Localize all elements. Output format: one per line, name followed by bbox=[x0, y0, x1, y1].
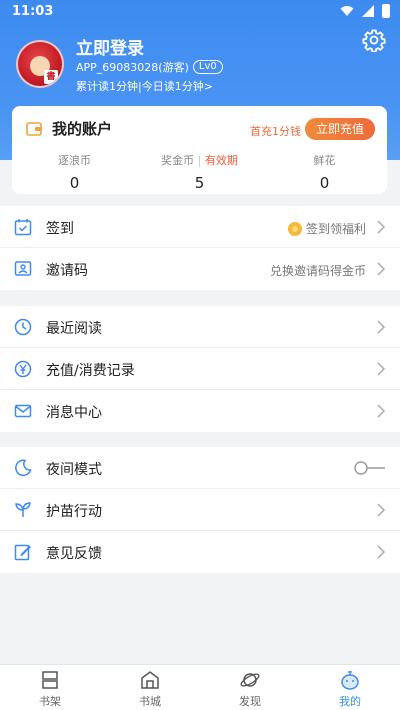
menu-label: 消息中心 bbox=[46, 405, 102, 421]
first-recharge-promo: 首充1分钱 bbox=[250, 125, 301, 138]
bookshelf-icon bbox=[42, 671, 58, 689]
nav-bookstore[interactable]: 书城 bbox=[100, 665, 200, 710]
menu-item-night-mode[interactable]: 夜间模式 bbox=[0, 447, 400, 489]
chevron-right-icon bbox=[377, 320, 386, 334]
login-title[interactable]: 立即登录 bbox=[76, 34, 144, 59]
nav-label: 发现 bbox=[239, 695, 261, 708]
menu-label: 最近阅读 bbox=[46, 321, 102, 337]
menu-item-feedback[interactable]: 意见反馈 bbox=[0, 531, 400, 573]
read-stats[interactable]: 累计读1分钟|今日读1分钟> bbox=[76, 78, 213, 94]
yen-circle-icon bbox=[14, 360, 32, 378]
recharge-button[interactable]: 立即充值 bbox=[305, 118, 375, 140]
clock-icon bbox=[14, 318, 32, 336]
status-bar: 11:03 bbox=[0, 0, 400, 24]
nav-profile[interactable]: 我的 bbox=[300, 665, 400, 710]
nav-label: 书城 bbox=[139, 695, 161, 708]
menu-label: 夜间模式 bbox=[46, 462, 102, 478]
account-title: 我的账户 bbox=[52, 120, 113, 138]
chevron-right-icon bbox=[377, 262, 386, 276]
bottom-nav: 书架 书城 发现 我的 bbox=[0, 664, 400, 710]
chevron-right-icon bbox=[377, 545, 386, 559]
validity-link[interactable]: 有效期 bbox=[205, 154, 238, 167]
stat-label: 逐浪币 bbox=[58, 154, 91, 167]
calendar-check-icon bbox=[14, 219, 32, 236]
user-info: APP_69083028(游客) Lv0 bbox=[76, 59, 223, 75]
account-stats: 逐浪币 0 奖金币 | 有效期 5 鲜花 0 bbox=[12, 152, 387, 192]
wallet-icon bbox=[26, 121, 42, 136]
stat-value: 5 bbox=[194, 174, 205, 192]
menu-group-1: 签到 签到领福利 邀请码 兑换邀请码得金币 bbox=[0, 206, 400, 290]
envelope-icon bbox=[14, 404, 32, 418]
sprout-icon bbox=[15, 502, 31, 517]
menu-item-checkin[interactable]: 签到 签到领福利 bbox=[0, 206, 400, 248]
battery-icon bbox=[382, 4, 390, 18]
stat-label: 奖金币 | 有效期 bbox=[137, 152, 262, 168]
bookstore-icon bbox=[141, 671, 159, 689]
coin-icon bbox=[287, 221, 302, 236]
account-card: 我的账户 首充1分钱 立即充值 逐浪币 0 奖金币 | 有效期 5 鲜花 0 bbox=[12, 106, 387, 194]
menu-item-messages[interactable]: 消息中心 bbox=[0, 390, 400, 432]
user-id: APP_69083028(游客) bbox=[76, 61, 189, 74]
chevron-right-icon bbox=[377, 362, 386, 376]
checkin-hint: 签到领福利 bbox=[305, 222, 366, 236]
menu-label: 意见反馈 bbox=[46, 546, 102, 562]
stat-bonus-coin[interactable]: 奖金币 | 有效期 5 bbox=[137, 152, 262, 192]
avatar-badge: 書 bbox=[44, 70, 58, 84]
profile-icon bbox=[341, 671, 359, 690]
menu-hint: 签到领福利 bbox=[287, 220, 366, 237]
menu-group-2: 最近阅读 充值/消费记录 消息中心 bbox=[0, 306, 400, 432]
avatar[interactable]: 書 bbox=[16, 40, 64, 88]
status-time: 11:03 bbox=[12, 4, 54, 19]
menu-hint: 兑换邀请码得金币 bbox=[270, 262, 366, 279]
nav-label: 我的 bbox=[339, 695, 361, 708]
level-badge: Lv0 bbox=[192, 60, 223, 74]
invite-hint: 兑换邀请码得金币 bbox=[269, 264, 366, 278]
stat-zhulang-coin[interactable]: 逐浪币 0 bbox=[12, 152, 137, 192]
menu-item-invite-code[interactable]: 邀请码 兑换邀请码得金币 bbox=[0, 248, 400, 290]
settings-gear-icon[interactable] bbox=[362, 28, 386, 52]
chevron-right-icon bbox=[377, 220, 386, 234]
menu-label: 签到 bbox=[46, 221, 74, 237]
stat-label-text: 奖金币 bbox=[161, 154, 195, 167]
discover-icon bbox=[240, 673, 260, 687]
menu-item-recharge-history[interactable]: 充值/消费记录 bbox=[0, 348, 400, 390]
stat-label: 鲜花 bbox=[313, 154, 336, 167]
stat-divider: | bbox=[197, 154, 202, 167]
night-mode-toggle[interactable] bbox=[354, 460, 386, 476]
chevron-right-icon bbox=[377, 503, 386, 517]
nav-discover[interactable]: 发现 bbox=[200, 665, 300, 710]
invite-card-icon bbox=[14, 261, 32, 276]
account-header: 我的账户 bbox=[26, 118, 112, 139]
edit-icon bbox=[14, 544, 31, 561]
menu-item-recent-reading[interactable]: 最近阅读 bbox=[0, 306, 400, 348]
nav-label: 书架 bbox=[39, 695, 61, 708]
menu-group-3: 夜间模式 护苗行动 意见反馈 bbox=[0, 447, 400, 573]
menu-label: 充值/消费记录 bbox=[46, 363, 135, 379]
chevron-right-icon bbox=[377, 404, 386, 418]
wifi-icon bbox=[340, 6, 354, 16]
signal-icon bbox=[362, 5, 374, 17]
stat-value: 0 bbox=[319, 174, 330, 192]
stat-value: 0 bbox=[69, 174, 80, 192]
menu-item-youth-protection[interactable]: 护苗行动 bbox=[0, 489, 400, 531]
nav-bookshelf[interactable]: 书架 bbox=[0, 665, 100, 710]
stat-flowers[interactable]: 鲜花 0 bbox=[262, 152, 387, 192]
status-icons bbox=[340, 4, 390, 18]
menu-label: 邀请码 bbox=[46, 263, 88, 279]
moon-icon bbox=[15, 459, 32, 477]
menu-label: 护苗行动 bbox=[46, 504, 102, 520]
